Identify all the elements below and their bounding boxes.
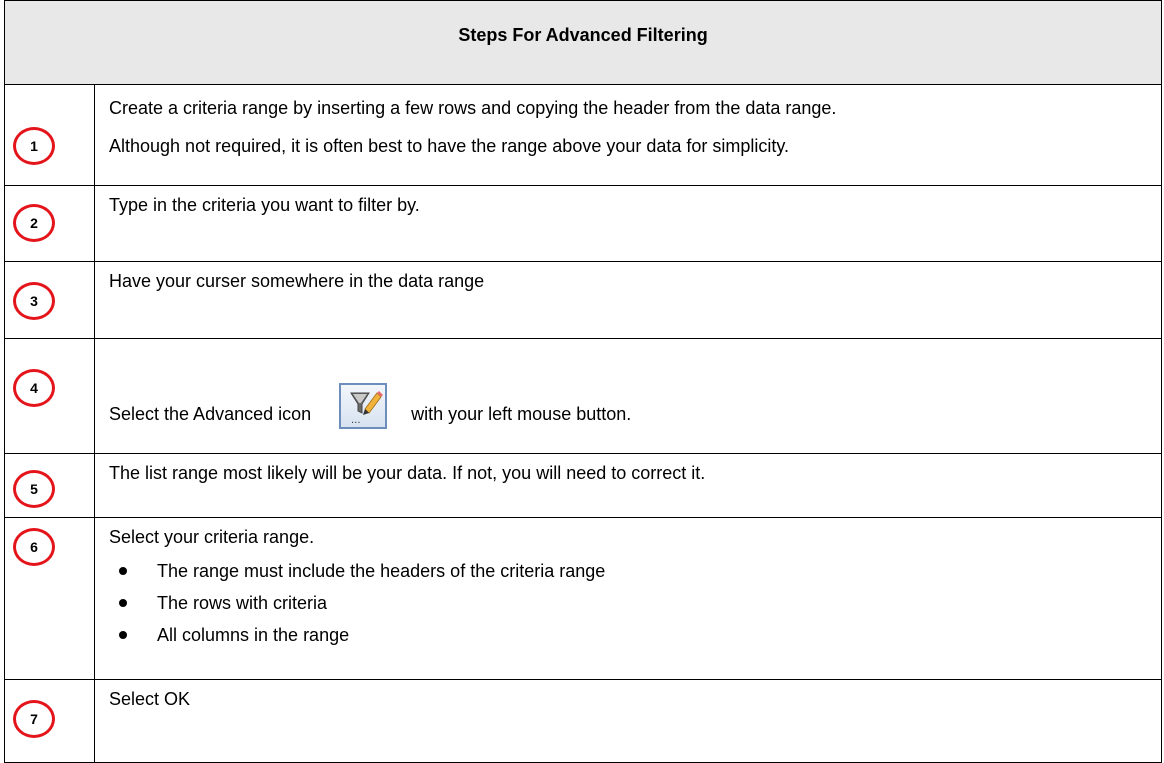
step-text-cell: Type in the criteria you want to filter …	[94, 185, 1162, 262]
step-text: Type in the criteria you want to filter …	[109, 195, 420, 216]
step-text: The list range most likely will be your …	[109, 462, 706, 483]
step-row-7: 7 Select OK	[4, 678, 1162, 763]
step-text-before: Select the Advanced icon	[109, 404, 312, 425]
step-row-2: 2 Type in the criteria you want to filte…	[4, 185, 1162, 262]
step-number-badge: 3	[13, 281, 55, 320]
step-text-cell: Select OK	[94, 678, 1162, 763]
step-number-cell: 4	[4, 338, 95, 454]
step-row-5: 5 The list range most likely will be you…	[4, 452, 1162, 519]
list-item: The range must include the headers of th…	[109, 556, 1161, 586]
step-text-after: with your left mouse button.	[411, 404, 632, 425]
step-text-cell: Select your criteria range. The range mu…	[94, 517, 1162, 680]
step-number-cell: 3	[4, 260, 95, 340]
step-row-1: 1 Create a criteria range by inserting a…	[4, 84, 1162, 187]
step-number-badge: 4	[13, 369, 55, 408]
step-row-6: 6 Select your criteria range. The range …	[4, 517, 1162, 680]
bullet-icon	[119, 631, 127, 640]
step-text: Select your criteria range.	[109, 527, 315, 548]
step-number-cell: 5	[4, 452, 95, 519]
bullet-icon	[119, 599, 127, 608]
step-number-badge: 7	[13, 699, 55, 738]
bullet-icon	[119, 567, 127, 576]
step-number-badge: 1	[13, 127, 55, 166]
step-number-cell: 1	[4, 84, 95, 187]
bullet-list: The range must include the headers of th…	[109, 556, 1161, 650]
step-text-line: Although not required, it is often best …	[109, 136, 790, 157]
header-row: Steps For Advanced Filtering	[4, 0, 1162, 86]
step-text-line: Create a criteria range by inserting a f…	[109, 98, 837, 119]
step-text-cell: Create a criteria range by inserting a f…	[94, 84, 1162, 187]
step-number-badge: 6	[13, 528, 55, 567]
step-text-cell: Select the Advanced icon ... with your l…	[94, 338, 1162, 454]
step-number-cell: 7	[4, 678, 95, 763]
steps-table: Steps For Advanced Filtering 1 Create a …	[4, 0, 1162, 763]
step-number-badge: 5	[13, 469, 55, 508]
svg-text:...: ...	[351, 415, 361, 426]
step-text: Have your curser somewhere in the data r…	[109, 270, 485, 291]
step-text: Select OK	[109, 688, 191, 709]
list-item: All columns in the range	[109, 620, 1161, 650]
step-number-cell: 6	[4, 517, 95, 680]
step-row-3: 3 Have your curser somewhere in the data…	[4, 260, 1162, 340]
advanced-line: Select the Advanced icon ... with your l…	[109, 359, 1161, 430]
step-number-cell: 2	[4, 185, 95, 262]
table-title: Steps For Advanced Filtering	[4, 0, 1162, 86]
advanced-filter-icon: ...	[339, 383, 388, 430]
step-row-4: 4 Select the Advanced icon ... with your…	[4, 338, 1162, 454]
step-text-cell: The list range most likely will be your …	[94, 452, 1162, 519]
step-number-badge: 2	[13, 204, 55, 243]
step-text-cell: Have your curser somewhere in the data r…	[94, 260, 1162, 340]
list-item: The rows with criteria	[109, 588, 1161, 618]
